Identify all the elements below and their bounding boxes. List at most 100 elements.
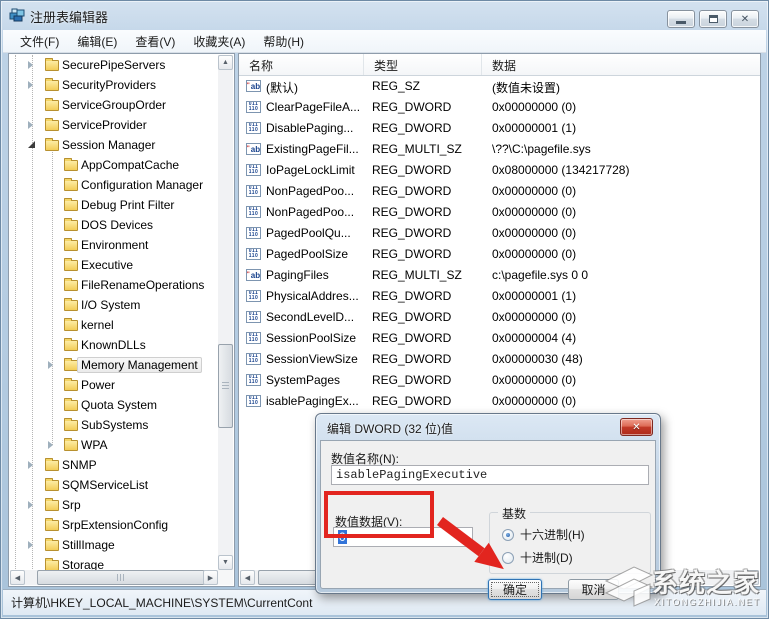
tree-item-label[interactable]: Debug Print Filter: [81, 198, 174, 212]
column-header-type[interactable]: 类型: [364, 54, 482, 75]
dec-radio-label[interactable]: 十进制(D): [520, 549, 573, 566]
tree-item-label[interactable]: AppCompatCache: [81, 158, 179, 172]
table-row[interactable]: "abPagingFilesREG_MULTI_SZc:\pagefile.sy…: [239, 265, 760, 286]
scroll-left-arrow[interactable]: ◀: [240, 570, 255, 585]
tree-item-srp[interactable]: Srp: [9, 495, 218, 515]
tree-item-sqmservicelist[interactable]: SQMServiceList: [9, 475, 218, 495]
tree-item-stillimage[interactable]: StillImage: [9, 535, 218, 555]
tree-item-subsystems[interactable]: SubSystems: [9, 415, 218, 435]
tree-item-configuration-manager[interactable]: Configuration Manager: [9, 175, 218, 195]
tree-item-i-o-system[interactable]: I/O System: [9, 295, 218, 315]
expand-arrow-icon[interactable]: [28, 121, 33, 129]
tree-item-dos-devices[interactable]: DOS Devices: [9, 215, 218, 235]
tree-item-session-manager[interactable]: Session Manager: [9, 135, 218, 155]
tree-vertical-scrollbar[interactable]: ▲ ▼: [218, 55, 233, 570]
menu-item-2[interactable]: 查看(V): [126, 30, 184, 53]
tree-item-executive[interactable]: Executive: [9, 255, 218, 275]
tree-item-power[interactable]: Power: [9, 375, 218, 395]
tree-item-label[interactable]: Power: [81, 378, 115, 392]
tree-item-label[interactable]: Srp: [62, 498, 81, 512]
menu-item-3[interactable]: 收藏夹(A): [184, 30, 254, 53]
table-row[interactable]: 011110SystemPagesREG_DWORD0x00000000 (0): [239, 370, 760, 391]
expand-arrow-icon[interactable]: [28, 461, 33, 469]
tree-item-storage[interactable]: Storage: [9, 555, 218, 570]
tree-item-label[interactable]: Executive: [81, 258, 133, 272]
dialog-close-button[interactable]: ✕: [620, 418, 653, 436]
tree-horizontal-scrollbar[interactable]: ◀ ▶: [10, 570, 218, 585]
tree-hscroll-thumb[interactable]: [37, 570, 205, 585]
table-row[interactable]: 011110ClearPageFileA...REG_DWORD0x000000…: [239, 97, 760, 118]
collapse-arrow-icon[interactable]: [28, 141, 35, 148]
tree-item-label[interactable]: Storage: [62, 558, 104, 570]
tree-item-filerenameoperations[interactable]: FileRenameOperations: [9, 275, 218, 295]
ok-button[interactable]: 确定: [488, 579, 542, 600]
title-bar[interactable]: 注册表编辑器 ✕: [0, 0, 769, 30]
table-row[interactable]: 011110isablePagingEx...REG_DWORD0x000000…: [239, 391, 760, 412]
tree-item-label[interactable]: SQMServiceList: [62, 478, 148, 492]
tree-item-label[interactable]: SubSystems: [81, 418, 148, 432]
tree-vscroll-thumb[interactable]: [218, 344, 233, 428]
column-header-name[interactable]: 名称: [239, 54, 364, 75]
tree-item-label[interactable]: ServiceProvider: [62, 118, 147, 132]
tree-item-knowndlls[interactable]: KnownDLLs: [9, 335, 218, 355]
tree-item-label[interactable]: SNMP: [62, 458, 97, 472]
scroll-right-arrow[interactable]: ▶: [203, 570, 218, 585]
dec-radio[interactable]: [502, 552, 514, 564]
tree-item-label[interactable]: DOS Devices: [81, 218, 153, 232]
tree-item-label[interactable]: kernel: [81, 318, 114, 332]
table-row[interactable]: 011110IoPageLockLimitREG_DWORD0x08000000…: [239, 160, 760, 181]
table-row[interactable]: "ab(默认)REG_SZ(数值未设置): [239, 76, 760, 97]
menu-item-1[interactable]: 编辑(E): [68, 30, 126, 53]
hex-radio[interactable]: [502, 529, 514, 541]
table-row[interactable]: 011110SecondLevelD...REG_DWORD0x00000000…: [239, 307, 760, 328]
tree-item-securepipeservers[interactable]: SecurePipeServers: [9, 55, 218, 75]
tree-item-appcompatcache[interactable]: AppCompatCache: [9, 155, 218, 175]
tree-item-kernel[interactable]: kernel: [9, 315, 218, 335]
scroll-down-arrow[interactable]: ▼: [218, 555, 233, 570]
table-row[interactable]: 011110DisablePaging...REG_DWORD0x0000000…: [239, 118, 760, 139]
tree-item-label[interactable]: Environment: [81, 238, 148, 252]
tree-item-label[interactable]: Memory Management: [77, 357, 202, 373]
tree-item-label[interactable]: Configuration Manager: [81, 178, 203, 192]
tree-item-label[interactable]: FileRenameOperations: [81, 278, 204, 292]
expand-arrow-icon[interactable]: [28, 501, 33, 509]
tree-item-debug-print-filter[interactable]: Debug Print Filter: [9, 195, 218, 215]
menu-item-4[interactable]: 帮助(H): [254, 30, 313, 53]
table-row[interactable]: 011110PagedPoolQu...REG_DWORD0x00000000 …: [239, 223, 760, 244]
tree-item-servicegrouporder[interactable]: ServiceGroupOrder: [9, 95, 218, 115]
tree-item-srpextensionconfig[interactable]: SrpExtensionConfig: [9, 515, 218, 535]
table-row[interactable]: 011110PhysicalAddres...REG_DWORD0x000000…: [239, 286, 760, 307]
tree-item-environment[interactable]: Environment: [9, 235, 218, 255]
tree-item-snmp[interactable]: SNMP: [9, 455, 218, 475]
tree-item-label[interactable]: KnownDLLs: [81, 338, 146, 352]
table-row[interactable]: 011110PagedPoolSizeREG_DWORD0x00000000 (…: [239, 244, 760, 265]
expand-arrow-icon[interactable]: [48, 361, 53, 369]
minimize-button[interactable]: [667, 10, 695, 28]
tree-item-label[interactable]: StillImage: [62, 538, 115, 552]
scroll-left-arrow[interactable]: ◀: [10, 570, 25, 585]
tree-item-label[interactable]: I/O System: [81, 298, 140, 312]
expand-arrow-icon[interactable]: [28, 61, 33, 69]
tree-item-memory-management[interactable]: Memory Management: [9, 355, 218, 375]
tree-item-label[interactable]: Quota System: [81, 398, 157, 412]
table-row[interactable]: "abExistingPageFil...REG_MULTI_SZ\??\C:\…: [239, 139, 760, 160]
maximize-button[interactable]: [699, 10, 727, 28]
table-row[interactable]: 011110SessionViewSizeREG_DWORD0x00000030…: [239, 349, 760, 370]
tree-item-securityproviders[interactable]: SecurityProviders: [9, 75, 218, 95]
tree-item-label[interactable]: SecurityProviders: [62, 78, 156, 92]
tree-item-label[interactable]: ServiceGroupOrder: [62, 98, 166, 112]
tree-item-label[interactable]: SecurePipeServers: [62, 58, 165, 72]
tree-item-label[interactable]: Session Manager: [62, 138, 155, 152]
tree-item-serviceprovider[interactable]: ServiceProvider: [9, 115, 218, 135]
tree-item-label[interactable]: WPA: [81, 438, 107, 452]
expand-arrow-icon[interactable]: [28, 541, 33, 549]
table-row[interactable]: 011110NonPagedPoo...REG_DWORD0x00000000 …: [239, 202, 760, 223]
tree-item-label[interactable]: SrpExtensionConfig: [62, 518, 168, 532]
table-row[interactable]: 011110NonPagedPoo...REG_DWORD0x00000000 …: [239, 181, 760, 202]
tree-item-quota-system[interactable]: Quota System: [9, 395, 218, 415]
table-row[interactable]: 011110SessionPoolSizeREG_DWORD0x00000004…: [239, 328, 760, 349]
tree-item-wpa[interactable]: WPA: [9, 435, 218, 455]
value-name-field[interactable]: isablePagingExecutive: [331, 465, 649, 485]
hex-radio-label[interactable]: 十六进制(H): [520, 526, 585, 543]
expand-arrow-icon[interactable]: [48, 441, 53, 449]
